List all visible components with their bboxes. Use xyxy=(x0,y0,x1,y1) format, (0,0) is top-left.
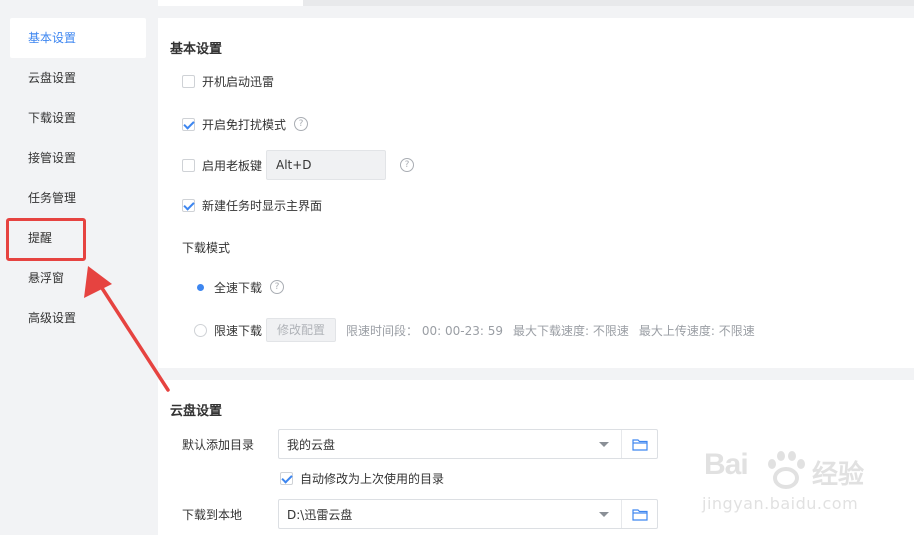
chevron-down-icon[interactable] xyxy=(599,441,609,447)
max-upload-text: 最大上传速度: 不限速 xyxy=(638,323,755,338)
watermark-brand-cn: 经验 xyxy=(812,460,865,490)
max-download-text: 最大下载速度: 不限速 xyxy=(512,323,629,338)
show-main-option[interactable]: 新建任务时显示主界面 xyxy=(182,195,322,215)
auto-modify-option[interactable]: 自动修改为上次使用的目录 xyxy=(280,468,444,488)
sidebar-item-task-management[interactable]: 任务管理 xyxy=(10,178,146,218)
basic-settings-panel: 基本设置 开机启动迅雷 开启免打扰模式 ? 启用老板键 Alt+D ? 新建任务… xyxy=(158,18,914,368)
help-icon[interactable]: ? xyxy=(294,117,309,131)
folder-icon[interactable] xyxy=(621,500,657,528)
full-speed-radio[interactable] xyxy=(194,281,207,294)
sidebar-item-basic[interactable]: 基本设置 xyxy=(10,18,146,58)
sidebar-item-download[interactable]: 下载设置 xyxy=(10,98,146,138)
nodisturb-label: 开启免打扰模式 xyxy=(202,117,287,132)
full-speed-label: 全速下载 xyxy=(214,280,263,295)
nodisturb-checkbox[interactable] xyxy=(182,117,195,131)
sidebar-item-advanced[interactable]: 高级设置 xyxy=(10,298,146,338)
limit-speed-label: 限速下载 xyxy=(214,323,263,338)
sidebar-item-cloud[interactable]: 云盘设置 xyxy=(10,58,146,98)
chevron-down-icon[interactable] xyxy=(599,511,609,517)
nodisturb-option[interactable]: 开启免打扰模式 ? xyxy=(182,114,309,134)
auto-modify-label: 自动修改为上次使用的目录 xyxy=(300,471,445,486)
bosskey-label: 启用老板键 xyxy=(202,158,263,173)
top-tab-active xyxy=(158,0,303,6)
full-speed-option[interactable]: 全速下载 ? xyxy=(194,277,285,297)
baidu-jingyan-watermark: Bai 经验 jingyan.baidu.com xyxy=(700,448,914,528)
watermark-brand: Bai xyxy=(704,448,749,481)
bosskey-hotkey-input[interactable]: Alt+D xyxy=(266,150,386,180)
watermark-url: jingyan.baidu.com xyxy=(702,494,859,513)
help-icon[interactable]: ? xyxy=(270,280,285,294)
download-local-value: D:\迅雷云盘 xyxy=(287,507,353,522)
sidebar-item-floating-window[interactable]: 悬浮窗 xyxy=(10,258,146,298)
modify-config-button[interactable]: 修改配置 xyxy=(266,318,337,342)
download-local-row: 下载到本地 xyxy=(182,504,242,524)
download-local-label: 下载到本地 xyxy=(182,507,243,522)
autostart-option[interactable]: 开机启动迅雷 xyxy=(182,71,274,91)
top-tab-strip xyxy=(303,0,914,6)
help-icon[interactable]: ? xyxy=(400,158,414,172)
download-mode-label: 下载模式 xyxy=(182,240,231,255)
paw-icon xyxy=(768,451,805,489)
default-dir-value: 我的云盘 xyxy=(287,437,336,452)
default-dir-row: 默认添加目录 xyxy=(182,434,254,454)
basic-settings-title: 基本设置 xyxy=(170,42,223,57)
sidebar-item-takeover[interactable]: 接管设置 xyxy=(10,138,146,178)
default-dir-label: 默认添加目录 xyxy=(182,437,255,452)
limit-speed-option[interactable]: 限速下载 修改配置 限速时间段： 00: 00-23: 59 最大下载速度: 不… xyxy=(194,318,765,342)
bosskey-checkbox[interactable] xyxy=(182,158,195,172)
auto-modify-checkbox[interactable] xyxy=(280,471,293,485)
show-main-label: 新建任务时显示主界面 xyxy=(202,198,323,213)
default-dir-select[interactable]: 我的云盘 xyxy=(278,429,658,459)
bosskey-option[interactable]: 启用老板键 xyxy=(182,155,262,175)
settings-sidebar: 基本设置 云盘设置 下载设置 接管设置 任务管理 提醒 悬浮窗 高级设置 xyxy=(0,0,158,535)
cloud-settings-title: 云盘设置 xyxy=(170,404,223,419)
limit-period-text: 限速时间段： 00: 00-23: 59 xyxy=(346,323,503,338)
limit-speed-radio[interactable] xyxy=(194,323,207,337)
folder-icon[interactable] xyxy=(621,430,657,458)
autostart-label: 开机启动迅雷 xyxy=(202,74,275,89)
download-local-select[interactable]: D:\迅雷云盘 xyxy=(278,499,658,529)
download-mode-heading: 下载模式 xyxy=(182,237,230,257)
bosskey-help: ? xyxy=(392,155,414,175)
autostart-checkbox[interactable] xyxy=(182,74,195,88)
show-main-checkbox[interactable] xyxy=(182,198,195,212)
sidebar-item-reminder[interactable]: 提醒 xyxy=(10,218,146,258)
